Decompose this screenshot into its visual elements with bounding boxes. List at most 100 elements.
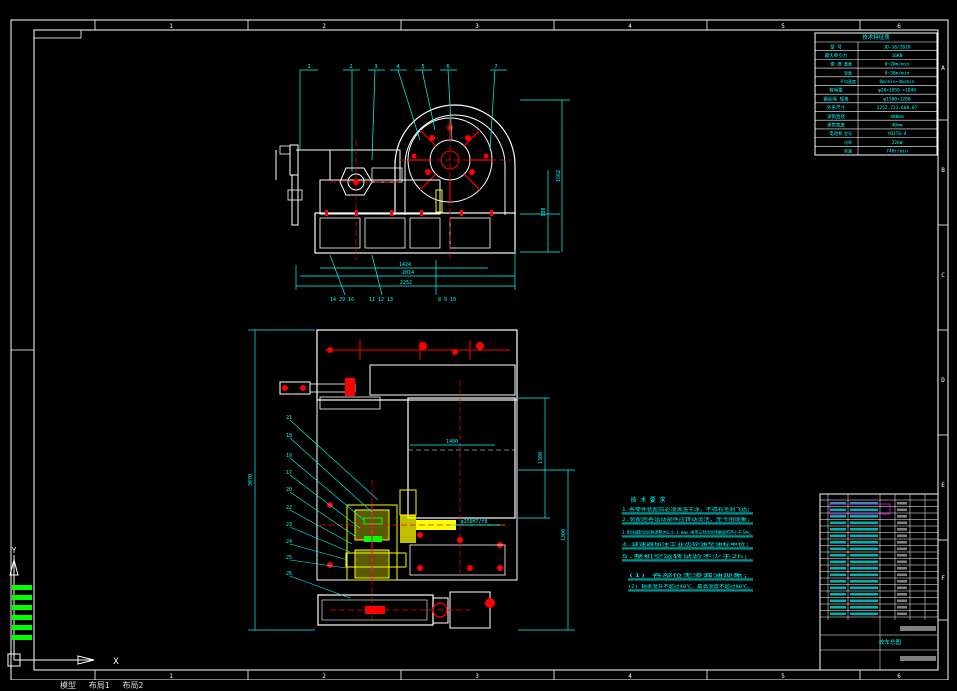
zone-letter-right: C xyxy=(941,272,945,279)
spec-row-value: 16KN xyxy=(892,53,903,59)
title-block-cell xyxy=(850,606,878,609)
zone-number-top: 1 xyxy=(169,23,173,30)
dim-plan-v-left: 3070 xyxy=(248,474,254,486)
spec-row-name: 滚筒宽度 xyxy=(827,121,845,128)
spec-row-sub: 轻载 xyxy=(844,69,852,75)
title-block-cell xyxy=(850,573,878,577)
zone-number-bottom: 1 xyxy=(169,673,173,680)
title-block-cell xyxy=(830,554,846,557)
tech-requirement-underline xyxy=(628,578,753,581)
title-block-cell xyxy=(897,573,907,577)
spec-row-name: 电动机 xyxy=(829,130,843,137)
tab-model[interactable]: 模型 xyxy=(60,681,76,690)
title-block-cell xyxy=(830,515,846,518)
spec-row-name: 型 号 xyxy=(830,43,842,50)
dim-plan-shaft: φ150H7/f8 xyxy=(460,519,487,525)
title-block-cell xyxy=(830,612,846,616)
front-view: 1 2 3 4 5 6 7 1424 2014 2252 880 1562 14 29 16… xyxy=(275,64,570,303)
spec-table: 技术特征表 型 号 JD-16/2020 最大牵引力 16KN 速 度重载 0~20m/m… xyxy=(814,32,938,156)
title-block: 绞车总图 xyxy=(819,493,939,671)
title-block-cell xyxy=(897,560,907,564)
spec-row-value: φ20×1950 ×1840 xyxy=(878,88,916,94)
spec-row-sub: 型号 xyxy=(844,130,852,136)
tech-requirement-item: (1) 各部位无渗漏油现象； xyxy=(628,572,753,579)
title-block-cell xyxy=(900,656,936,661)
title-block-cell xyxy=(897,580,907,583)
title-block-cell xyxy=(830,547,846,551)
tab-layout2[interactable]: 布局2 xyxy=(122,681,143,690)
title-block-cell xyxy=(850,541,878,544)
spec-row-value: 40mm xyxy=(892,122,903,128)
title-block-cell xyxy=(850,580,878,583)
plan-callout-left: 20 xyxy=(286,487,292,493)
title-block-cell xyxy=(850,534,878,538)
plan-callout-left: 24 xyxy=(286,539,292,545)
tech-requirement-underline xyxy=(622,535,753,538)
tech-requirement-item: 1.各零件装配前必须清洗干净，不得有毛刺飞边； xyxy=(622,506,753,513)
front-callout-bottom: 11 12 13 xyxy=(369,297,393,303)
title-block-cell xyxy=(830,508,846,512)
spec-row-sub: 转速 xyxy=(844,148,852,154)
front-callout-top: 1 xyxy=(307,64,310,70)
tab-layout1[interactable]: 布局1 xyxy=(89,681,110,690)
zone-letter-right: F xyxy=(941,575,945,582)
front-callout-top: 2 xyxy=(349,64,352,70)
title-block-cell xyxy=(897,521,907,525)
zone-letter-right: A xyxy=(941,65,945,72)
drawing-title: 绞车总图 xyxy=(879,638,902,646)
top-left-stamp xyxy=(33,29,82,39)
zone-number-bottom: 2 xyxy=(322,673,326,680)
spec-row-name: 滚筒直径 xyxy=(827,113,845,120)
tech-requirement-item: 2.装配后各运动部件应转动灵活，无卡阻现象； xyxy=(622,516,753,523)
left-green-panel xyxy=(12,585,32,640)
zone-number-bottom: 6 xyxy=(897,673,901,680)
spec-table-title: 技术特征表 xyxy=(862,33,890,41)
spec-row-value: φ1500×1200 xyxy=(883,96,910,102)
dim-front-v-mid: 880 xyxy=(541,207,547,216)
spec-row-sub: 平均速度 xyxy=(840,78,856,84)
title-block-cell xyxy=(830,541,846,544)
front-callout-top: 3 xyxy=(374,64,377,70)
title-block-cell xyxy=(897,547,907,551)
title-block-cell xyxy=(897,515,907,518)
zone-number-top: 5 xyxy=(781,23,785,30)
zone-letter-right: D xyxy=(941,377,945,384)
front-callout-top: 5 xyxy=(421,64,424,70)
zone-number-top: 2 xyxy=(322,23,326,30)
title-block-cell xyxy=(850,560,878,564)
front-callout-top: 6 xyxy=(446,64,449,70)
layout-tabs[interactable]: 模型 布局1 布局2 xyxy=(60,680,151,691)
spec-row-name: 外形尺寸 xyxy=(827,104,845,111)
spec-row-name: 最大牵引力 xyxy=(825,52,848,59)
zone-letter-right: E xyxy=(941,482,945,489)
spec-row-value: YB3T6-4 xyxy=(888,131,907,137)
tech-requirement-item: 4.减速器加注工业齿轮油至油标中位； xyxy=(622,541,753,548)
zone-letter-right: B xyxy=(941,167,945,174)
dim-front-h-total: 2252 xyxy=(400,280,412,286)
front-callout-bottom: 14 29 16 xyxy=(330,297,354,303)
tech-requirement-item: 5.整机空运转试验不少于2h； xyxy=(622,553,753,560)
cad-drawing-canvas[interactable]: 123456 123456 ABCDEF 技术特征表 型 号 JD-16/2020… xyxy=(0,0,957,690)
spec-row-name: 钢丝绳 规格 xyxy=(823,95,849,102)
title-block-cell xyxy=(850,567,878,570)
title-block-cell xyxy=(897,606,907,609)
tech-requirement-underline xyxy=(622,512,753,515)
ucs-x-label: X xyxy=(113,657,119,667)
zone-number-bottom: 3 xyxy=(475,673,479,680)
title-block-cell xyxy=(850,547,878,551)
spec-row-sub: 功率 xyxy=(844,139,852,145)
zone-number-top: 4 xyxy=(628,23,632,30)
title-block-cell xyxy=(897,599,907,603)
spec-row-sub: 重载 xyxy=(844,61,852,67)
spec-row-value: 400mm xyxy=(890,114,904,120)
title-block-cell xyxy=(850,593,878,596)
spec-row-name: 速 度 xyxy=(830,61,842,68)
title-block-cell xyxy=(897,567,907,570)
spec-row-value: 8m/min~4m/min xyxy=(879,79,915,85)
tech-requirement-underline xyxy=(622,547,753,550)
title-block-cell xyxy=(830,606,846,609)
plan-callout-left: 22 xyxy=(286,505,292,511)
title-block-cell xyxy=(850,554,878,557)
title-block-cell xyxy=(897,508,907,512)
plan-callout-left: 23 xyxy=(286,522,292,528)
